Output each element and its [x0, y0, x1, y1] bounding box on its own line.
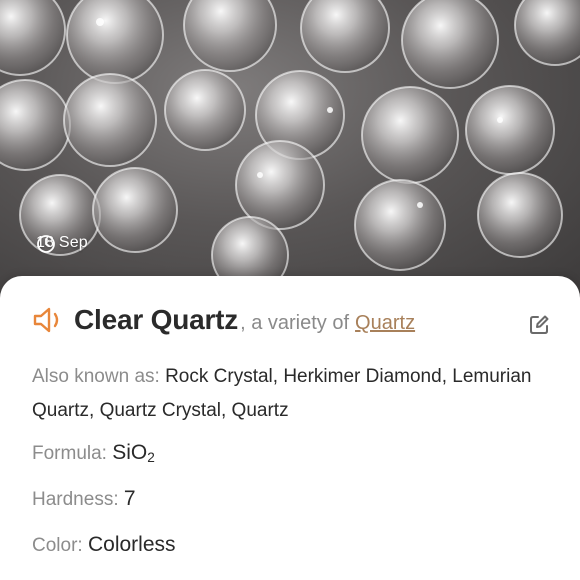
clock-icon: [37, 235, 55, 253]
formula-label: Formula:: [32, 443, 107, 464]
edit-icon[interactable]: [528, 314, 550, 336]
formula-sub: 2: [147, 450, 155, 465]
hardness-row: Hardness: 7: [32, 482, 560, 517]
formula-value: SiO2: [112, 441, 155, 465]
color-label: Color:: [32, 535, 83, 556]
formula-main: SiO: [112, 441, 148, 464]
speaker-icon[interactable]: [32, 305, 66, 335]
photo-date: 18 Sep: [36, 234, 88, 253]
aka-label: Also known as:: [32, 366, 160, 387]
color-value: Colorless: [87, 533, 176, 556]
title-row: Clear Quartz , a variety of Quartz: [32, 304, 556, 336]
hardness-label: Hardness:: [32, 489, 119, 510]
variety-prefix: , a variety of: [240, 312, 350, 334]
quartz-beads-image: [0, 0, 580, 294]
also-known-as: Also known as: Rock Crystal, Herkimer Di…: [32, 360, 560, 428]
variety-link[interactable]: Quartz: [355, 312, 415, 335]
mineral-info-card: Clear Quartz , a variety of Quartz Also …: [0, 276, 580, 580]
mineral-name: Clear Quartz: [74, 304, 239, 335]
mineral-photo[interactable]: 18 Sep: [0, 0, 580, 300]
hardness-value: 7: [123, 487, 136, 510]
formula-row: Formula: SiO2: [32, 436, 560, 475]
color-row: Color: Colorless: [32, 528, 560, 563]
